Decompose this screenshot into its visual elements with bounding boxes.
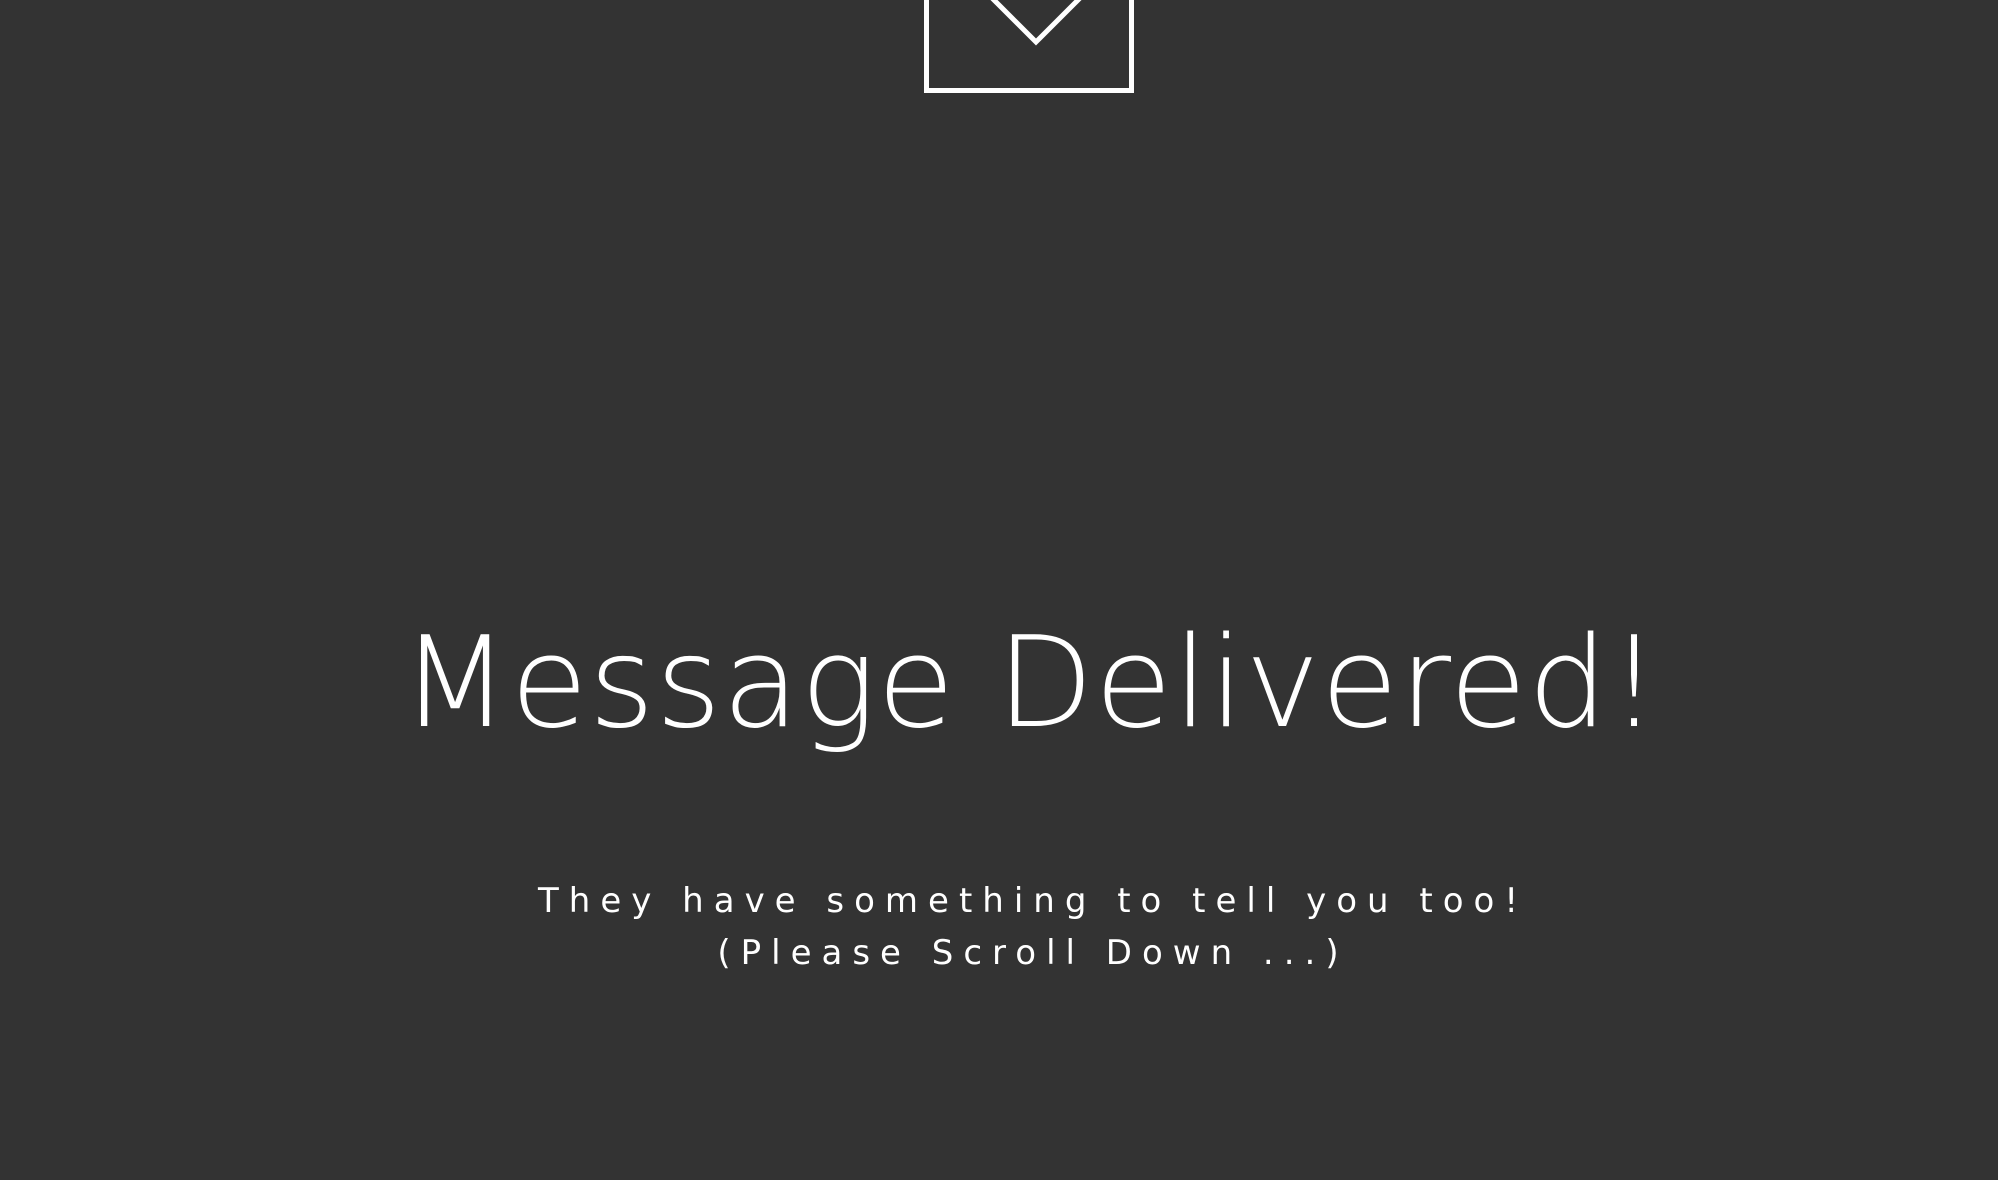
subtitle-line-1: They have something to tell you too! bbox=[538, 881, 1528, 921]
subtitle: They have something to tell you too! (Pl… bbox=[0, 875, 1998, 979]
envelope-flap-icon bbox=[990, 0, 1082, 46]
scroll-hint: (Please Scroll Down ...) bbox=[717, 933, 1349, 973]
page-title: Message Delivered! bbox=[400, 609, 1661, 756]
envelope-icon bbox=[924, 0, 1134, 93]
